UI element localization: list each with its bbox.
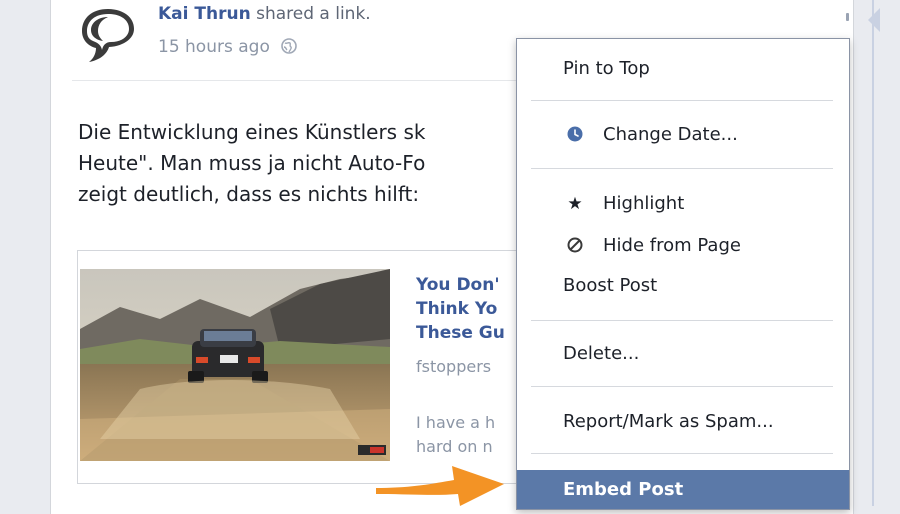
star-icon: ★ [567, 194, 583, 214]
link-description-line: I have a h [416, 413, 496, 432]
menu-item-label: Change Date... [603, 124, 738, 145]
post-options-menu: Pin to Top Change Date... ★ Highlight Hi… [516, 38, 850, 510]
menu-separator [531, 100, 833, 101]
post-body-line: Die Entwicklung eines Künstlers sk [78, 120, 426, 144]
link-description-line: hard on n [416, 437, 493, 456]
menu-item-label: Pin to Top [563, 58, 650, 79]
post-options-chevron[interactable] [846, 13, 849, 21]
menu-item-label: Hide from Page [603, 235, 741, 256]
menu-item-highlight[interactable]: ★ Highlight [517, 187, 849, 221]
menu-item-change-date[interactable]: Change Date... [517, 118, 849, 152]
link-description: I have a h hard on n [416, 411, 495, 459]
menu-item-embed-post[interactable]: Embed Post [517, 470, 849, 509]
menu-separator [531, 386, 833, 387]
menu-item-delete[interactable]: Delete... [517, 337, 849, 371]
globe-icon[interactable] [281, 38, 298, 59]
timeline-line [872, 0, 874, 506]
clock-icon [565, 118, 585, 152]
menu-item-hide-from-page[interactable]: Hide from Page [517, 229, 849, 263]
menu-item-label: Boost Post [563, 275, 658, 296]
post-timestamp-line: 15 hours ago [158, 37, 298, 59]
menu-item-label: Delete... [563, 343, 640, 364]
avatar[interactable] [79, 5, 137, 63]
timeline-arrow [868, 8, 880, 32]
menu-item-label: Report/Mark as Spam... [563, 411, 774, 432]
post-timestamp[interactable]: 15 hours ago [158, 37, 270, 57]
left-gutter [0, 0, 50, 506]
post-body: Die Entwicklung eines Künstlers sk Heute… [78, 117, 518, 210]
timeline-gutter [852, 0, 900, 506]
annotation-arrow [376, 458, 506, 506]
menu-item-label: Highlight [603, 193, 685, 214]
menu-separator [531, 320, 833, 321]
post-author-line: Kai Thrun shared a link. [158, 4, 371, 24]
hide-icon [565, 229, 585, 263]
menu-separator [531, 168, 833, 169]
menu-item-pin-to-top[interactable]: Pin to Top [517, 52, 849, 86]
menu-item-label: Embed Post [563, 479, 684, 500]
post-body-line: zeigt deutlich, dass es nichts hilft: [78, 182, 420, 206]
post-body-line: Heute". Man muss ja nicht Auto-Fo [78, 151, 426, 175]
post-action-text: shared a link. [250, 4, 371, 24]
author-name-link[interactable]: Kai Thrun [158, 4, 251, 24]
link-thumbnail[interactable] [80, 269, 390, 461]
menu-separator [531, 453, 833, 454]
link-domain: fstoppers [416, 357, 492, 376]
menu-item-report-spam[interactable]: Report/Mark as Spam... [517, 405, 849, 439]
menu-item-boost-post[interactable]: Boost Post [517, 269, 849, 303]
